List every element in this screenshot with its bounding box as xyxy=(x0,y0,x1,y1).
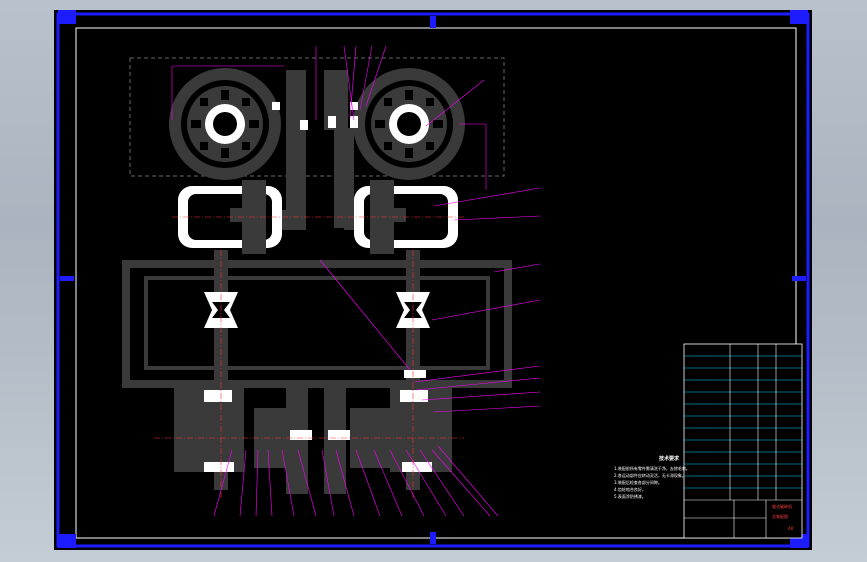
technical-requirements-title: 技术要求 xyxy=(658,456,679,462)
requirement-line: 4.齿轮啮合良好。 xyxy=(614,487,646,492)
drawing-sheet: 技术要求 1.装配前所有零件需清洗干净，去除毛刺。 2.各运动部件应转动灵活，无… xyxy=(54,10,812,550)
machine-frame xyxy=(122,260,512,388)
right-gear-wheel xyxy=(353,68,465,180)
technical-requirements: 技术要求 1.装配前所有零件需清洗干净，去除毛刺。 2.各运动部件应转动灵活，无… xyxy=(614,456,724,500)
title-block-sheet-code: A0 xyxy=(788,526,794,531)
requirement-line: 2.各运动部件应转动灵活，无卡滞现象。 xyxy=(614,473,686,478)
requirement-line: 1.装配前所有零件需清洗干净，去除毛刺。 xyxy=(614,466,690,471)
title-block-name-2: 总装配图 xyxy=(772,514,788,519)
requirement-line: 5.表面涂防锈漆。 xyxy=(614,494,646,499)
requirement-line: 3.装配后检查各部分间隙。 xyxy=(614,480,662,485)
left-gear-wheel xyxy=(169,68,281,180)
title-block-name-1: 辊式破碎机 xyxy=(772,504,792,509)
